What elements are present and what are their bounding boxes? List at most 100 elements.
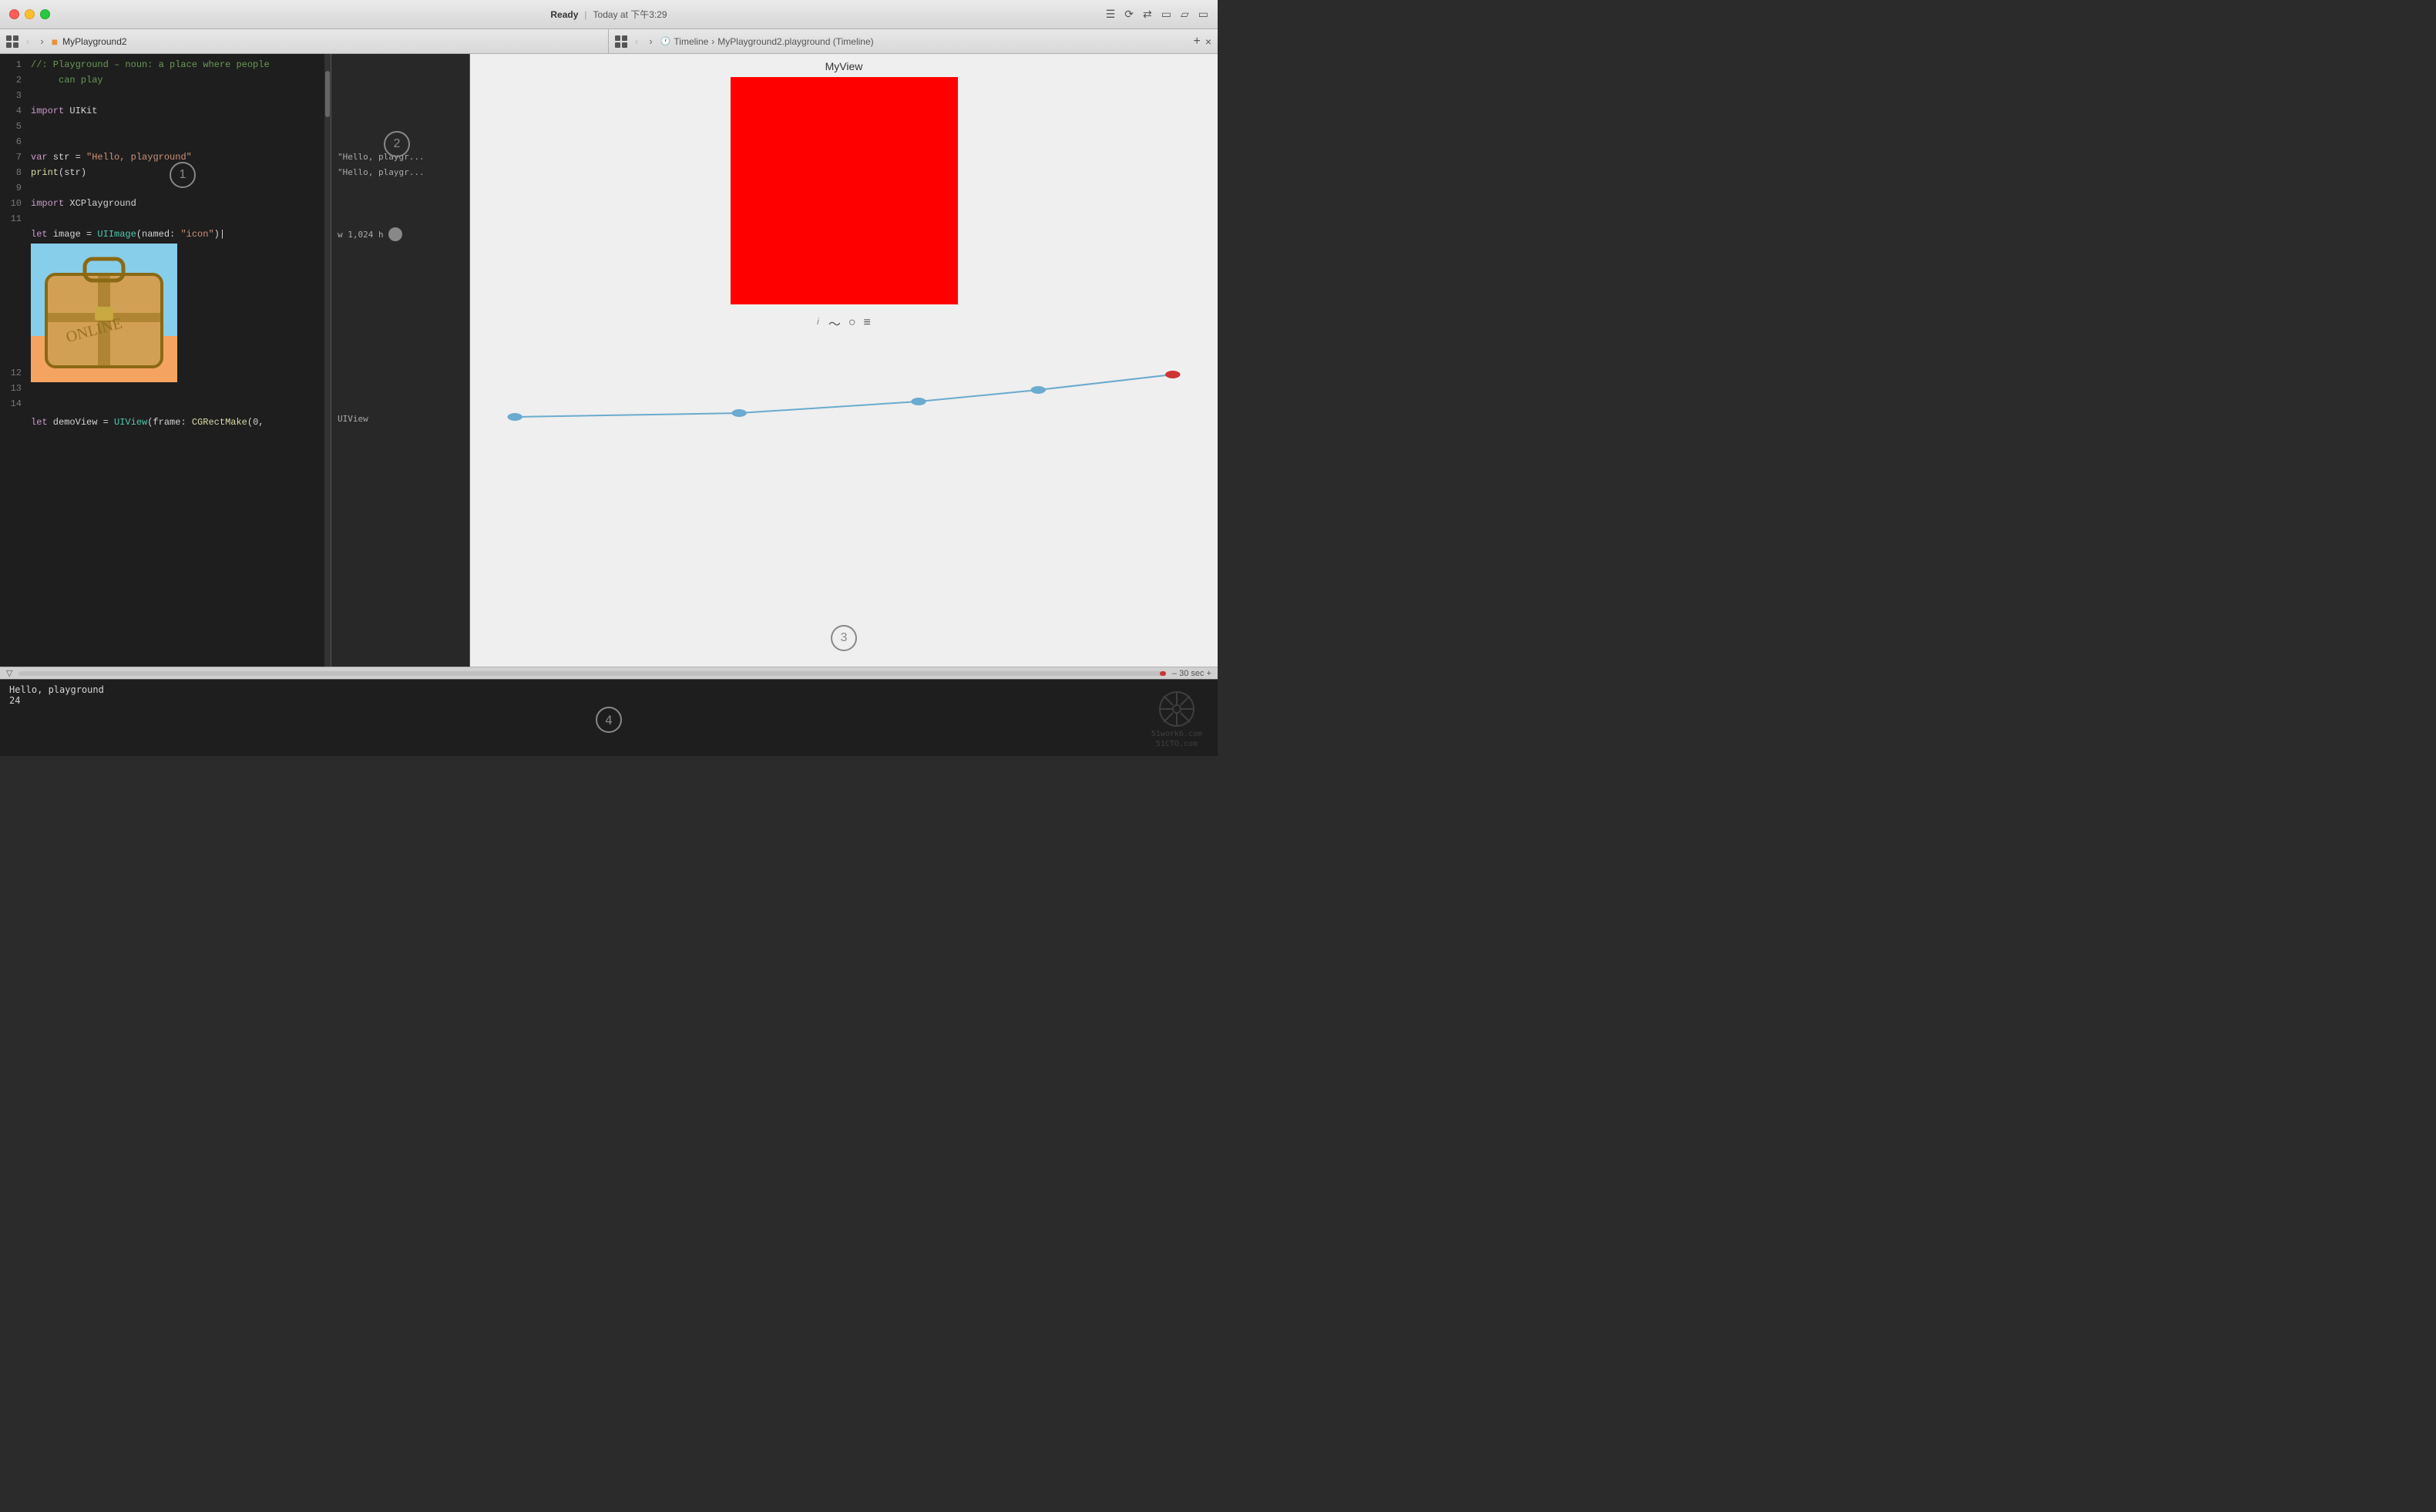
- code-line-10: [31, 211, 324, 227]
- result-row-14: UIView: [331, 412, 469, 427]
- code-line-1: //: Playground – noun: a place where peo…: [31, 57, 324, 72]
- vertical-scrollbar[interactable]: [324, 54, 331, 667]
- watermark-wheel-icon: [1158, 690, 1196, 728]
- timeline-svg: [470, 332, 1218, 455]
- status-text: Ready: [550, 9, 578, 20]
- title-separator: |: [584, 9, 586, 20]
- back-forward-icon[interactable]: ⇄: [1143, 8, 1152, 21]
- main-split: 1 2 3 4 5 6 7 8 9 10 11 12 13 14 //: Pla…: [0, 54, 1218, 667]
- forward-nav-button[interactable]: ›: [37, 34, 46, 49]
- breadcrumb-file: MyPlayground2.playground (Timeline): [717, 36, 873, 47]
- code-line-3: import UIKit: [31, 103, 324, 119]
- minimize-button[interactable]: [25, 9, 35, 19]
- result-row-11: w 1,024 h: [331, 227, 469, 242]
- traffic-lights: [0, 9, 50, 19]
- annotation-2: 2: [384, 131, 410, 157]
- progress-bar: ▽ – 30 sec +: [0, 667, 1218, 679]
- result-row-7: "Hello, playgr...: [331, 165, 469, 180]
- result-row-10: [331, 211, 469, 227]
- code-line-11: let image = UIImage(named: "icon")|: [31, 227, 324, 242]
- preview-controls: 〜 ○ ≡: [828, 314, 871, 332]
- preview-title: MyView: [825, 54, 863, 77]
- add-tab-button[interactable]: +: [1193, 35, 1200, 49]
- result-w-text: w 1,024 h: [338, 230, 384, 240]
- file-type-icon: ■: [52, 35, 58, 48]
- annotation-4: 4: [596, 707, 622, 733]
- suitcase-image-area: ONLINE: [31, 244, 177, 382]
- back-nav-button-right[interactable]: ‹: [632, 34, 641, 49]
- chart-point-4: [1031, 386, 1046, 394]
- lines-button[interactable]: ≡: [864, 316, 871, 330]
- maximize-button[interactable]: [40, 9, 50, 19]
- breadcrumb: 🕐 Timeline › MyPlayground2.playground (T…: [660, 36, 874, 47]
- title-center: Ready | Today at 下午3:29: [550, 8, 667, 21]
- timeline-chart: 3: [470, 332, 1218, 667]
- refresh-icon[interactable]: ⟳: [1124, 8, 1134, 21]
- code-line-14: let demoView = UIView(frame: CGRectMake(…: [31, 415, 324, 430]
- annotation-3: 3: [831, 625, 857, 651]
- watermark: 51work6.com 51CTO.com: [1151, 690, 1202, 748]
- result-row-1b: [331, 72, 469, 88]
- console-area: Hello, playground 24 4 51work6.com 51CTO…: [0, 679, 1218, 756]
- result-row-2: [331, 88, 469, 103]
- chart-point-3: [911, 398, 926, 405]
- watermark-text-2: 51CTO.com: [1156, 740, 1198, 748]
- progress-fill: [1160, 671, 1166, 676]
- app-window: Ready | Today at 下午3:29 ☰ ⟳ ⇄ ▭ ▱ ▭ ‹ › …: [0, 0, 1218, 756]
- scrollbar-thumb[interactable]: [325, 71, 330, 117]
- progress-toggle-button[interactable]: ▽: [6, 668, 12, 678]
- code-line-4: [31, 119, 324, 134]
- preview-panel: MyView i 〜 ○ ≡: [470, 54, 1218, 667]
- eye-button[interactable]: [388, 227, 402, 241]
- chart-point-1: [508, 413, 522, 421]
- suitcase-svg: ONLINE: [31, 244, 177, 382]
- grid-icon[interactable]: [6, 35, 18, 48]
- datetime-text: Today at 下午3:29: [593, 8, 667, 21]
- close-button[interactable]: [9, 9, 19, 19]
- close-tab-button[interactable]: ×: [1205, 35, 1211, 48]
- title-right-icons: ☰ ⟳ ⇄ ▭ ▱ ▭: [1106, 8, 1208, 21]
- title-bar: Ready | Today at 下午3:29 ☰ ⟳ ⇄ ▭ ▱ ▭: [0, 0, 1218, 29]
- result-row-12: [331, 381, 469, 396]
- tab-filename: MyPlayground2: [62, 36, 126, 47]
- tab-left: ‹ › ■ MyPlayground2: [0, 29, 609, 53]
- progress-track: [18, 671, 1165, 676]
- breadcrumb-separator: ›: [711, 36, 714, 47]
- annotation-1: 1: [170, 162, 196, 188]
- result-row-8: [331, 180, 469, 196]
- code-line-13: [31, 399, 324, 415]
- console-line-1: Hello, playground: [9, 684, 1208, 695]
- code-line-1b: can play: [31, 72, 324, 88]
- window-icon2[interactable]: ▱: [1181, 8, 1189, 21]
- line-numbers: 1 2 3 4 5 6 7 8 9 10 11 12 13 14: [0, 54, 28, 667]
- window-icon3[interactable]: ▭: [1198, 8, 1208, 21]
- progress-time-label: – 30 sec +: [1172, 669, 1211, 678]
- code-editor: 1 2 3 4 5 6 7 8 9 10 11 12 13 14 //: Pla…: [0, 54, 331, 667]
- tab-bar: ‹ › ■ MyPlayground2 ‹ › 🕐 Timeline › MyP…: [0, 29, 1218, 54]
- forward-nav-button-right[interactable]: ›: [646, 34, 655, 49]
- result-row-9: [331, 196, 469, 211]
- tab-right: ‹ › 🕐 Timeline › MyPlayground2.playgroun…: [609, 29, 1218, 53]
- result-image-space: [331, 242, 469, 381]
- breadcrumb-timeline: Timeline: [674, 36, 708, 47]
- results-panel: 2 "Hello, playgr... "Hello, playgr... w …: [331, 54, 470, 667]
- chart-point-5: [1165, 371, 1180, 378]
- back-nav-button[interactable]: ‹: [23, 34, 32, 49]
- grid-icon-right[interactable]: [615, 35, 627, 48]
- watermark-text-1: 51work6.com: [1151, 730, 1202, 738]
- code-line-9: import XCPlayground: [31, 196, 324, 211]
- preview-info-label: i: [817, 316, 819, 327]
- preview-red-box: [731, 77, 958, 304]
- wave-button[interactable]: 〜: [828, 314, 841, 332]
- code-line-2: [31, 88, 324, 103]
- console-line-2: 24: [9, 695, 1208, 706]
- code-line-12: [31, 384, 324, 399]
- window-split-icon[interactable]: ▭: [1161, 8, 1171, 21]
- menu-icon[interactable]: ☰: [1106, 8, 1116, 21]
- code-line-5: [31, 134, 324, 150]
- chart-point-2: [732, 409, 747, 417]
- code-content[interactable]: //: Playground – noun: a place where peo…: [28, 54, 331, 667]
- timeline-icon: 🕐: [660, 36, 671, 46]
- dot-button[interactable]: ○: [848, 316, 856, 330]
- result-row-1: [331, 57, 469, 72]
